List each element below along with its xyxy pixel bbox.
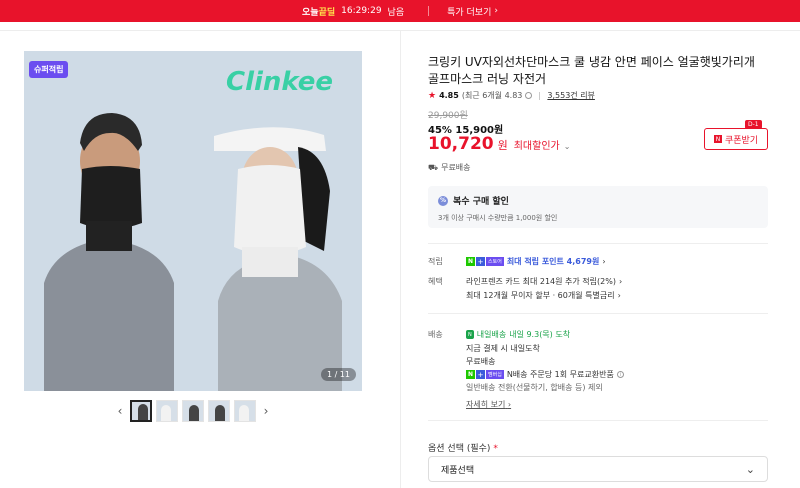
chevron-right-icon: › xyxy=(494,6,498,16)
star-icon: ★ xyxy=(428,90,437,101)
coupon-dday-badge: D-1 xyxy=(745,120,762,129)
promo-brand: 오늘끝딜 xyxy=(302,7,336,18)
section-divider xyxy=(428,313,768,314)
multi-discount-desc: 3개 이상 구매시 수량만큼 1,000원 할인 xyxy=(438,214,558,222)
benefit-card-row[interactable]: 라인프렌즈 카드 최대 214원 추가 적립(2%) › xyxy=(466,276,622,287)
final-price-label: 최대할인가 xyxy=(513,141,560,152)
option-label-row: 옵션 선택 (필수) * xyxy=(428,444,498,454)
coupon-label: 쿠폰받기 xyxy=(724,135,759,146)
promo-divider xyxy=(428,6,430,16)
delivery-label: 배송 xyxy=(428,330,443,339)
delivery-exclusion: 일반배송 전환(선물하기, 합배송 등) 제외 xyxy=(466,383,603,392)
review-count-link[interactable]: 3,553건 리뷰 xyxy=(547,90,595,101)
benefit-line1: 라인프렌즈 카드 최대 214원 추가 적립(2%) xyxy=(466,277,616,286)
exchange-text: N배송 주문당 1회 무료교환반품 xyxy=(506,370,614,379)
final-price: 10,720 xyxy=(428,134,494,154)
thumbnail-strip: ‹ › xyxy=(114,400,272,422)
chevron-right-icon[interactable]: › xyxy=(260,404,272,418)
delivery-fee: 무료배송 xyxy=(466,357,496,366)
super-points-badge: 슈퍼적립 xyxy=(29,61,69,78)
brand-logo: Clinkee xyxy=(224,63,344,105)
npay-icon: N + 멤버십 xyxy=(466,370,504,379)
shipping-row: ⛟ 무료배송 xyxy=(428,162,471,173)
promo-bar: 오늘끝딜 16:29:29 남음 특가 더보기 › xyxy=(0,0,800,22)
product-main-image[interactable]: 슈퍼적립 Clinkee 1 / 11 xyxy=(24,51,362,391)
points-row[interactable]: N + 스토어 최대 적립 포인트 4,679원 › xyxy=(466,256,606,267)
original-price: 29,900원 xyxy=(428,111,468,121)
chevron-right-icon: › xyxy=(617,291,621,300)
section-divider xyxy=(428,420,768,421)
info-icon[interactable]: i xyxy=(616,371,624,378)
rating-row: ★ 4.85 (최근 6개월 4.83 3,553건 리뷰 xyxy=(428,90,595,101)
required-mark: * xyxy=(493,444,498,454)
npay-icon: N + 스토어 xyxy=(466,257,504,266)
points-label: 적립 xyxy=(428,257,443,266)
chevron-down-icon: ⌄ xyxy=(563,142,571,151)
benefit-line2: 최대 12개월 무이자 할부 · 60개월 특별금리 xyxy=(466,291,615,300)
multi-purchase-discount-box: % 복수 구매 할인 3개 이상 구매시 수량만큼 1,000원 할인 xyxy=(428,186,768,228)
percent-icon: % xyxy=(438,195,448,206)
truck-icon: ⛟ xyxy=(428,162,439,172)
chevron-down-icon: ⌄ xyxy=(745,462,755,476)
shipping-text: 무료배송 xyxy=(441,163,471,172)
clinkee-logo-icon: Clinkee xyxy=(226,67,333,97)
section-divider xyxy=(428,243,768,244)
delivery-detail-link[interactable]: 자세히 보기 › xyxy=(466,399,511,410)
final-price-row[interactable]: 10,720 원 최대할인가 ⌄ xyxy=(428,134,570,154)
thumbnail-3[interactable] xyxy=(182,400,204,422)
benefit-installment-row[interactable]: 최대 12개월 무이자 할부 · 60개월 특별금리 › xyxy=(466,290,621,301)
coupon-icon: N xyxy=(713,135,722,143)
product-title: 크링키 UV자외선차단마스크 쿨 냉감 안면 페이스 얼굴햇빛가리개 골프마스크… xyxy=(428,55,755,86)
chevron-right-icon: › xyxy=(618,277,623,286)
thumbnail-5[interactable] xyxy=(234,400,256,422)
final-price-unit: 원 xyxy=(497,139,508,152)
column-divider xyxy=(400,31,401,488)
promo-countdown-suffix: 남음 xyxy=(387,7,405,18)
chevron-right-icon: › xyxy=(507,400,512,409)
multi-discount-title: 복수 구매 할인 xyxy=(453,197,509,207)
info-icon[interactable] xyxy=(525,92,533,99)
chevron-left-icon[interactable]: ‹ xyxy=(114,404,126,418)
multi-discount-title-row: % 복수 구매 할인 xyxy=(438,194,758,207)
points-value: 최대 적립 포인트 4,679원 xyxy=(506,257,600,266)
delivery-tag: 내일배송 xyxy=(476,330,507,339)
thumbnail-2[interactable] xyxy=(156,400,178,422)
rating-score: 4.85 xyxy=(439,91,459,100)
chevron-right-icon: › xyxy=(602,257,606,266)
image-counter: 1 / 11 xyxy=(320,368,356,381)
option-select-value: 제품선택 xyxy=(441,465,475,476)
exchange-row: N + 멤버십 N배송 주문당 1회 무료교환반품 i xyxy=(466,369,624,380)
coupon-button[interactable]: N 쿠폰받기 xyxy=(704,128,768,150)
thumbnail-1[interactable] xyxy=(130,400,152,422)
svg-text:Clinkee: Clinkee xyxy=(226,67,333,97)
promo-countdown: 16:29:29 xyxy=(341,6,382,16)
tomorrow-delivery-icon: N xyxy=(466,330,474,339)
delivery-condition: 지금 결제 시 내일도착 xyxy=(466,344,540,353)
thumbnail-4[interactable] xyxy=(208,400,230,422)
benefit-label: 혜택 xyxy=(428,277,443,286)
promo-more-link[interactable]: 특가 더보기 › xyxy=(447,5,498,18)
delivery-arrival-row: N 내일배송 내일 9.3(목) 도착 xyxy=(466,329,570,340)
option-select[interactable]: 제품선택 ⌄ xyxy=(428,456,768,482)
rating-recent: (최근 6개월 4.83 xyxy=(461,91,523,100)
rating-divider xyxy=(539,91,541,100)
delivery-arrival: 내일 9.3(목) 도착 xyxy=(509,330,571,339)
